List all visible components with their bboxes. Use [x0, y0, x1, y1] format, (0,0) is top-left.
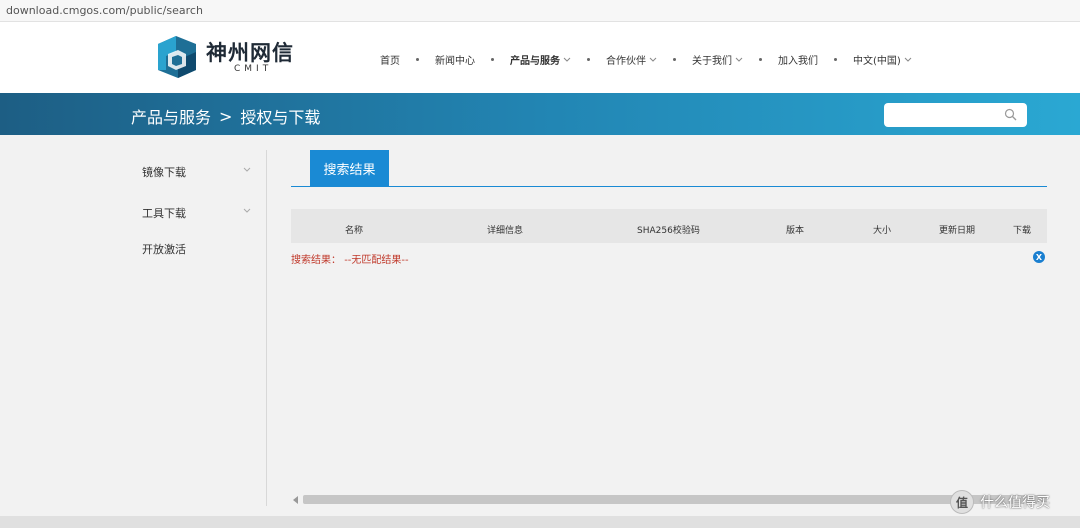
cmit-logo-icon	[158, 36, 196, 78]
breadcrumb-item-products[interactable]: 产品与服务	[131, 104, 211, 128]
breadcrumb: 产品与服务 > 授权与下载	[131, 104, 320, 128]
nav-separator	[834, 57, 837, 61]
nav-item-news[interactable]: 新闻中心	[435, 52, 475, 67]
scrollbar-thumb[interactable]	[303, 495, 1047, 504]
result-label: 搜索结果：	[291, 255, 341, 266]
sidebar-item-tool-download[interactable]: 工具下载	[142, 205, 186, 221]
chevron-down-icon	[649, 57, 657, 62]
nav-item-partners[interactable]: 合作伙伴	[606, 52, 657, 67]
horizontal-scrollbar[interactable]	[293, 495, 1047, 505]
browser-address-bar[interactable]: download.cmgos.com/public/search	[0, 0, 1080, 22]
scroll-left-arrow-icon[interactable]	[293, 496, 298, 504]
breadcrumb-separator: >	[219, 106, 233, 126]
chevron-down-icon[interactable]	[243, 165, 251, 173]
column-header-download: 下载	[1013, 226, 1032, 236]
column-header-version: 版本	[786, 226, 805, 236]
nav-separator	[673, 57, 676, 61]
nav-label: 关于我们	[692, 55, 732, 67]
nav-item-join[interactable]: 加入我们	[778, 52, 818, 67]
sidebar-item-open-activation[interactable]: 开放激活	[142, 241, 186, 257]
url-text[interactable]: download.cmgos.com/public/search	[6, 4, 203, 17]
nav-item-about[interactable]: 关于我们	[692, 52, 743, 67]
nav-label: 新闻中心	[435, 55, 475, 67]
column-header-details: 详细信息	[487, 226, 524, 236]
nav-label: 产品与服务	[510, 55, 560, 67]
chevron-down-icon	[563, 57, 571, 62]
nav-label: 中文(中国)	[853, 55, 901, 67]
sidebar-item-image-download[interactable]: 镜像下载	[142, 164, 186, 180]
nav-label: 加入我们	[778, 55, 818, 67]
close-icon[interactable]: X	[1033, 251, 1045, 263]
tab-search-results[interactable]: 搜索结果	[310, 150, 389, 187]
site-header: 神州网信 CMIT 首页 新闻中心 产品与服务 合作伙伴 关于我们 加入我们 中…	[0, 22, 1080, 93]
watermark-text: 什么值得买	[980, 495, 1050, 511]
column-header-size: 大小	[873, 226, 892, 236]
sidebar: 镜像下载 工具下载 开放激活	[131, 150, 267, 506]
column-header-name: 名称	[345, 226, 364, 236]
watermark: 值 什么值得买	[950, 490, 1050, 514]
tab-bar: 搜索结果	[291, 150, 1047, 187]
nav-item-home[interactable]: 首页	[380, 52, 400, 67]
chevron-down-icon	[735, 57, 743, 62]
results-table-header: 名称 详细信息 SHA256校验码 版本 大小 更新日期 下载	[291, 209, 1047, 243]
nav-separator	[491, 57, 494, 61]
nav-separator	[416, 57, 419, 61]
page-banner: 产品与服务 > 授权与下载	[0, 93, 1080, 135]
bottom-strip	[0, 516, 1080, 528]
watermark-badge: 值	[950, 490, 974, 514]
logo-text-cn: 神州网信	[206, 41, 294, 65]
nav-label: 首页	[380, 55, 400, 67]
main-nav: 首页 新闻中心 产品与服务 合作伙伴 关于我们 加入我们 中文(中国)	[380, 51, 912, 67]
search-input[interactable]	[884, 103, 1027, 127]
nav-separator	[587, 57, 590, 61]
column-header-updated: 更新日期	[939, 226, 976, 236]
result-value: --无匹配结果--	[344, 255, 409, 266]
logo[interactable]: 神州网信 CMIT	[156, 36, 306, 78]
search-result-message: 搜索结果： --无匹配结果--	[291, 251, 409, 266]
chevron-down-icon	[904, 57, 912, 62]
nav-separator	[759, 57, 762, 61]
nav-label: 合作伙伴	[606, 55, 646, 67]
logo-text-en: CMIT	[234, 64, 273, 74]
search-icon[interactable]	[1004, 108, 1017, 121]
chevron-down-icon[interactable]	[243, 206, 251, 214]
breadcrumb-item-downloads: 授权与下载	[240, 108, 321, 127]
column-header-sha256: SHA256校验码	[637, 226, 700, 236]
nav-item-language[interactable]: 中文(中国)	[853, 52, 912, 67]
nav-item-products[interactable]: 产品与服务	[510, 52, 571, 67]
